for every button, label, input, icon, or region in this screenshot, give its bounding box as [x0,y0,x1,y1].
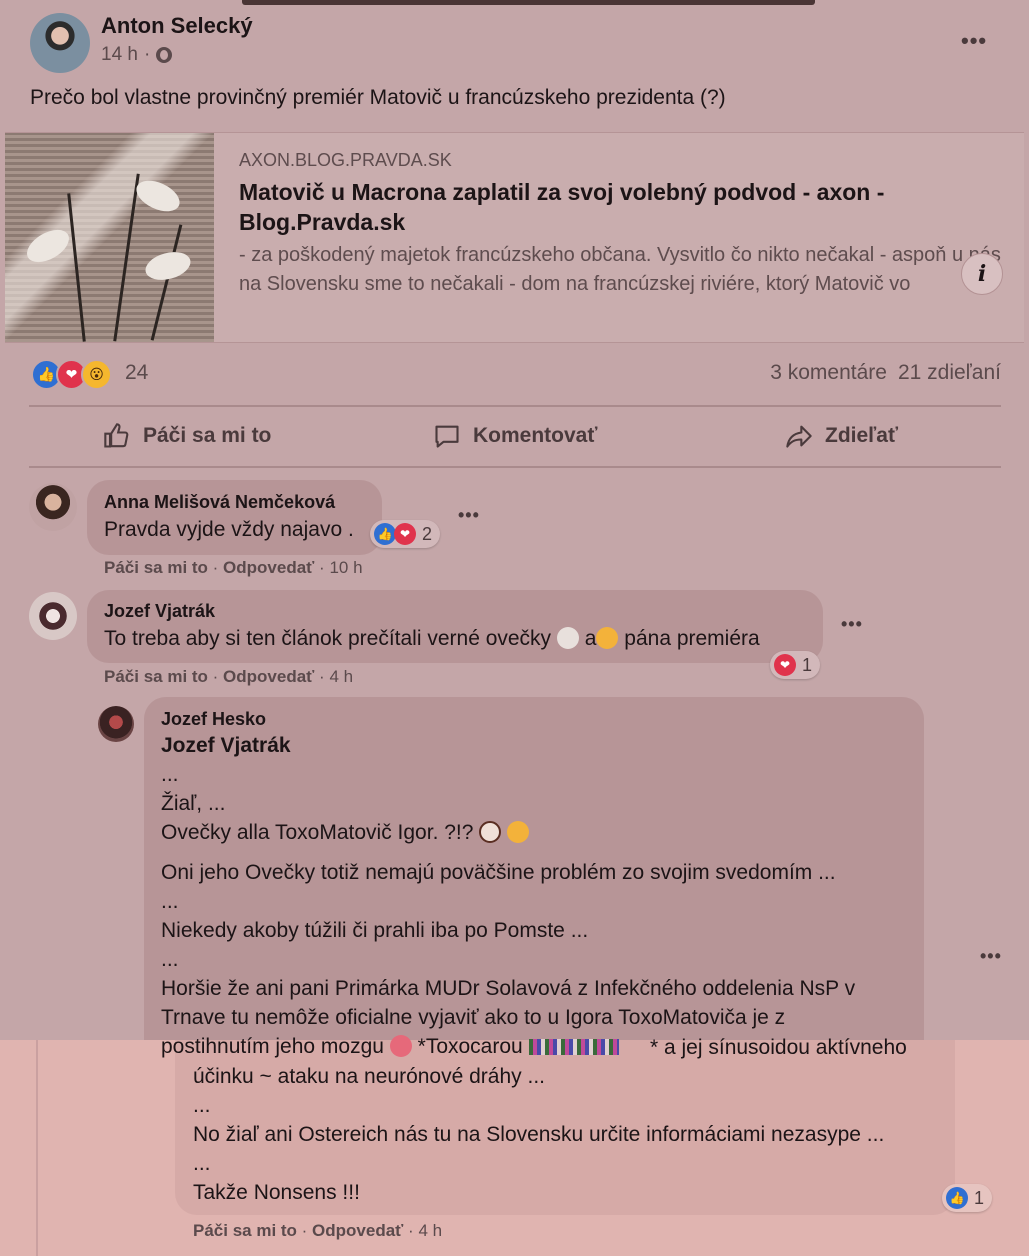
share-button[interactable]: Zdieľať [785,422,898,450]
reply-line: ... [161,763,179,786]
divider [29,466,1001,468]
comment-count[interactable]: 3 komentáre [770,361,887,385]
link-domain: AXON.BLOG.PRAVDA.SK [239,150,452,170]
wow-reaction-icon: 😮 [81,359,112,390]
reply-line: Trnave tu nemôže oficialne vyjaviť ako t… [161,1006,786,1029]
comment-reply-link[interactable]: Odpovedať [223,667,314,686]
reply-line: postihnutím jeho mozgu *Toxocarou [161,1035,619,1059]
sheep-emoji-icon [556,627,579,649]
like-reaction-icon: 👍 [374,523,396,545]
comment-more-options-icon[interactable]: ••• [458,505,480,526]
reply-line-text: *Toxocarou [417,1035,523,1058]
reply-author[interactable]: Jozef Hesko [161,709,266,730]
post-stats: 3 komentáre 21 zdieľaní [770,361,1001,385]
reply-line: * a jej sínusoidou aktívneho [650,1036,907,1059]
reply-line: Žiaľ, ... [161,792,226,815]
reply-reactions[interactable]: 👍 1 [942,1184,993,1212]
link-preview-card[interactable]: AXON.BLOG.PRAVDA.SK Matovič u Macrona za… [5,132,1024,343]
thumbs-up-icon [104,423,129,448]
reply-author-avatar[interactable] [98,706,134,742]
post-meta: 14 h · [101,44,173,66]
comment-label: Komentovať [473,424,598,447]
comment-time[interactable]: 4 h [329,667,353,686]
comment-text: To treba aby si ten článok prečítali ver… [104,627,760,651]
thinking-emoji-icon [507,821,530,843]
reply-time[interactable]: 4 h [418,1221,442,1240]
eye-emoji-icon [479,821,502,843]
post-author-name[interactable]: Anton Selecký [101,13,253,39]
reply-line: účinku ~ ataku na neurónové dráhy ... [193,1065,545,1088]
reaction-icons[interactable]: 👍 ❤ 😮 [31,359,112,390]
reply-line: Takže Nonsens !!! [193,1181,360,1204]
like-reaction-icon: 👍 [946,1187,968,1209]
like-button[interactable]: Páči sa mi to [103,422,271,450]
commenter-avatar[interactable] [29,483,77,531]
reply-mention[interactable]: Jozef Vjatrák [161,734,291,758]
corrupted-emoji-icon [528,1039,619,1055]
reply-more-options-icon[interactable]: ••• [980,946,1002,967]
comment-actions: Páči sa mi to · Odpovedať · 10 h [104,558,363,577]
reply-reply-link[interactable]: Odpovedať [312,1221,403,1240]
post-more-options-icon[interactable]: ••• [961,28,987,54]
brain-emoji-icon [389,1035,412,1057]
love-reaction-icon: ❤ [394,523,416,545]
comment-reaction-count: 2 [422,523,433,544]
reply-line: No žiaľ ani Ostereich nás tu na Slovensk… [193,1123,885,1146]
comment-button[interactable]: Komentovať [433,422,597,450]
meta-separator: · [143,44,151,65]
reply-line: Niekedy akoby túžili či prahli iba po Po… [161,919,589,942]
reply-line: ... [193,1152,211,1175]
comment-text: Pravda vyjde vždy najavo . [104,518,354,541]
sun-emoji-icon [596,627,619,649]
comment-bubble-icon [435,425,459,448]
comment-text-part: a [584,627,597,650]
reply-line: ... [193,1094,211,1117]
comment-like-link[interactable]: Páči sa mi to [104,667,208,686]
post-time[interactable]: 14 h [101,44,138,66]
link-thumbnail-image[interactable] [5,133,214,342]
post-text: Prečo bol vlastne provinčný premiér Mato… [30,86,726,109]
share-arrow-icon [786,425,812,448]
comment-more-options-icon[interactable]: ••• [841,614,863,635]
comment-text-part: pána premiéra [624,627,760,650]
comment-time[interactable]: 10 h [329,558,362,577]
reply-line: Horšie že ani pani Primárka MUDr Solavov… [161,977,856,1000]
thread-line [36,1040,38,1256]
comment-reaction-count: 1 [802,654,813,675]
comment-author[interactable]: Jozef Vjatrák [104,601,215,622]
commenter-avatar[interactable] [29,592,77,640]
reply-line: ... [161,948,179,971]
globe-icon [156,47,173,63]
divider [29,405,1001,407]
love-reaction-icon: ❤ [774,654,796,676]
post-author-avatar[interactable] [30,13,90,73]
reply-like-link[interactable]: Páči sa mi to [193,1221,297,1240]
reply-line: Oni jeho Ovečky totiž nemajú poväčšine p… [161,861,836,884]
comment-reactions[interactable]: ❤ 1 [770,651,821,679]
comment-author[interactable]: Anna Melišová Nemčeková [104,492,335,513]
reply-line: ... [161,890,179,913]
comment-like-link[interactable]: Páči sa mi to [104,558,208,577]
window-top-bar [242,0,815,5]
comment-reply-link[interactable]: Odpovedať [223,558,314,577]
like-label: Páči sa mi to [143,424,272,447]
info-button[interactable]: i [961,253,1003,295]
reply-line-text: postihnutím jeho mozgu [161,1035,384,1058]
share-label: Zdieľať [825,424,898,447]
link-title[interactable]: Matovič u Macrona zaplatil za svoj voleb… [239,177,939,237]
reaction-count[interactable]: 24 [125,361,148,385]
link-description: - za poškodený majetok francúzskeho obča… [239,244,1001,295]
comment-reactions[interactable]: 👍 ❤ 2 [370,520,441,548]
comment-text-part: To treba aby si ten článok prečítali ver… [104,627,552,650]
share-count[interactable]: 21 zdieľaní [898,361,1001,385]
reply-line-text: Ovečky alla ToxoMatovič Igor. ?!? [161,821,474,844]
comment-actions: Páči sa mi to · Odpovedať · 4 h [104,667,354,686]
reply-actions: Páči sa mi to · Odpovedať · 4 h [193,1221,443,1240]
reply-line: Ovečky alla ToxoMatovič Igor. ?!? [161,821,530,845]
reply-reaction-count: 1 [974,1187,985,1208]
